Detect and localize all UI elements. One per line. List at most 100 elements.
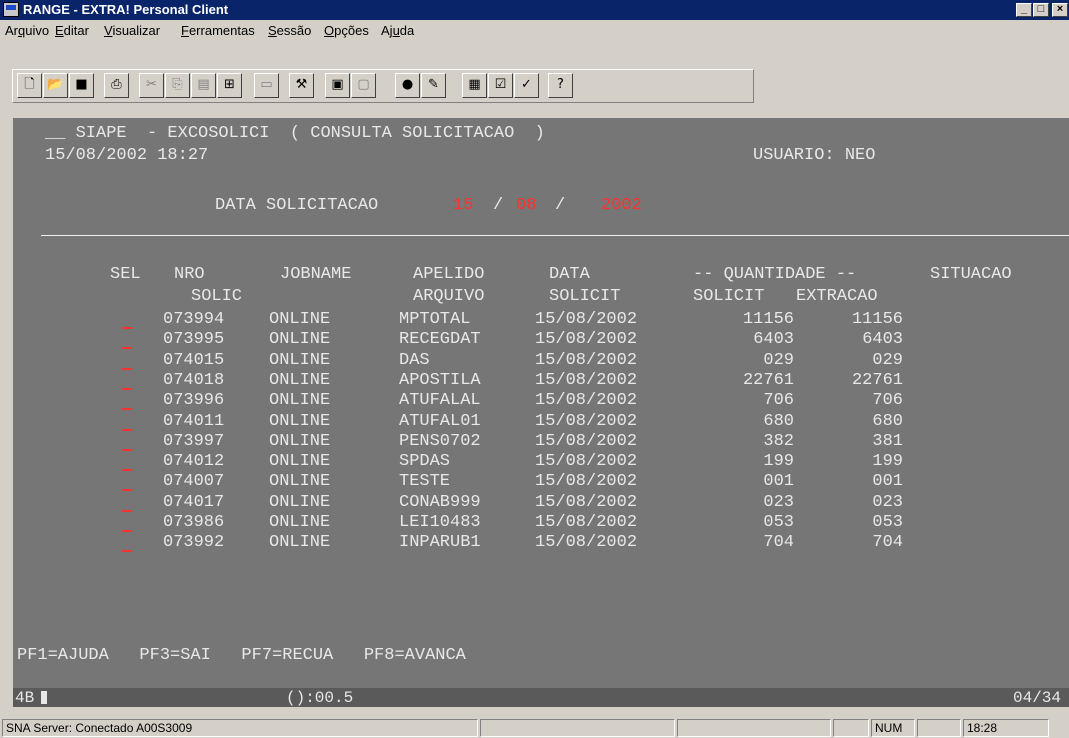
status-pane [480,719,675,737]
row-select-field[interactable] [122,408,132,410]
row-jobname: ONLINE [269,493,331,512]
save-icon[interactable]: ■ [69,73,94,98]
screen-header: __ SIAPE - EXCOSOLICI ( CONSULTA SOLICIT… [45,124,545,143]
terminal-screen[interactable]: __ SIAPE - EXCOSOLICI ( CONSULTA SOLICIT… [13,118,1069,688]
row-data: 15/08/2002 [535,371,638,390]
cursor-position: 04/34 [1013,689,1062,707]
row-jobname: ONLINE [269,432,331,451]
user-label: USUARIO: NEO [753,146,876,165]
window-title: RANGE - EXTRA! Personal Client [23,2,229,17]
row-jobname: ONLINE [269,371,331,390]
row-select-field[interactable] [122,510,132,512]
setup-icon[interactable]: ▦ [462,73,487,98]
row-select-field[interactable] [122,368,132,370]
row-arquivo: SPDAS [399,452,451,471]
edit-macro-icon[interactable]: ✎ [421,73,446,98]
row-nro: 073994 [163,310,225,329]
num-lock-indicator: NUM [871,719,915,737]
title-bar: RANGE - EXTRA! Personal Client _ □ × [0,0,1069,20]
row-arquivo: TESTE [399,472,451,491]
row-data: 15/08/2002 [535,513,638,532]
row-data: 15/08/2002 [535,351,638,370]
row-qty-extracao: 6403 [862,330,903,349]
row-jobname: ONLINE [269,472,331,491]
row-nro: 074011 [163,412,225,431]
row-data: 15/08/2002 [535,493,638,512]
row-arquivo: CONAB999 [399,493,481,512]
row-qty-extracao: 706 [872,391,903,410]
row-select-field[interactable] [122,469,132,471]
col-data: DATA [549,265,590,284]
row-qty-extracao: 22761 [851,371,903,390]
row-nro: 074015 [163,351,225,370]
toolbar: 🗋 📂 ■ ⎙ ✂ ⎘ ▤ ⊞ ▭ ⚒ ▣ ▢ ● ✎ ▦ ☑ ✓ ? [0,44,1069,116]
col-sel: SEL [110,265,141,284]
row-jobname: ONLINE [269,351,331,370]
row-select-field[interactable] [122,388,132,390]
options-icon[interactable]: ✓ [514,73,539,98]
menu-opcoes[interactable]: Opções [324,23,369,38]
minimize-button[interactable]: _ [1016,3,1032,17]
menu-editar[interactable]: Editar [55,23,89,38]
row-select-field[interactable] [122,327,132,329]
open-icon[interactable]: 📂 [43,73,68,98]
status-bar: SNA Server: Conectado A00S3009 NUM 18:28 [0,716,1069,738]
oia-indicator: 4B [15,689,35,707]
menu-visualizar[interactable]: Visualizar [104,23,160,38]
operator-info-area: 4B ():00.5 04/34 [13,688,1069,707]
row-nro: 074007 [163,472,225,491]
settings-icon[interactable]: ☑ [488,73,513,98]
menu-arquivo[interactable]: Arquivo [5,23,49,38]
menu-ferramentas[interactable]: Ferramentas [181,23,255,38]
row-select-field[interactable] [122,449,132,451]
row-arquivo: ATUFALAL [399,391,481,410]
date-month-field[interactable]: 08 [516,196,536,216]
row-qty-extracao: 704 [872,533,903,552]
row-qty-extracao: 053 [872,513,903,532]
date-year-field[interactable]: 2002 [601,196,642,216]
close-button[interactable]: × [1052,3,1068,17]
help-context-icon[interactable]: ? [548,73,573,98]
row-jobname: ONLINE [269,310,331,329]
row-arquivo: INPARUB1 [399,533,481,552]
capture-icon[interactable]: ⊞ [217,73,242,98]
macro-icon[interactable]: ⚒ [289,73,314,98]
server-status: SNA Server: Conectado A00S3009 [2,719,478,737]
row-select-field[interactable] [122,550,132,552]
row-qty-extracao: 680 [872,412,903,431]
datetime: 15/08/2002 18:27 [45,146,209,165]
col-apelido: APELIDO [413,265,485,284]
status-pane [677,719,831,737]
new-icon[interactable]: 🗋 [17,73,42,98]
row-select-field[interactable] [122,530,132,532]
row-select-field[interactable] [122,489,132,491]
record-icon[interactable]: ● [395,73,420,98]
cursor [41,691,47,704]
row-nro: 073996 [163,391,225,410]
row-qty-extracao: 381 [872,432,903,451]
menu-sessao[interactable]: Sessão [268,23,311,38]
row-qty-extracao: 11156 [851,310,903,329]
menu-ajuda[interactable]: Ajuda [381,23,414,38]
row-qty-solicit: 680 [763,412,794,431]
row-data: 15/08/2002 [535,330,638,349]
row-jobname: ONLINE [269,513,331,532]
row-arquivo: DAS [399,351,430,370]
row-nro: 074018 [163,371,225,390]
cut-icon[interactable]: ✂ [139,73,164,98]
maximize-button[interactable]: □ [1033,3,1049,17]
row-data: 15/08/2002 [535,432,638,451]
row-qty-solicit: 382 [763,432,794,451]
col-qty-extracao: EXTRACAO [796,287,878,306]
date-separator: / [555,196,566,215]
transfer-icon[interactable]: ▭ [254,73,279,98]
copy-icon[interactable]: ⎘ [165,73,190,98]
row-select-field[interactable] [122,429,132,431]
date-day-field[interactable]: 15 [453,196,473,216]
clock: 18:28 [963,719,1049,737]
row-select-field[interactable] [122,347,132,349]
print-icon[interactable]: ⎙ [104,73,129,98]
clear-icon[interactable]: ▢ [351,73,376,98]
paste-icon[interactable]: ▤ [191,73,216,98]
print-screen-icon[interactable]: ▣ [325,73,350,98]
